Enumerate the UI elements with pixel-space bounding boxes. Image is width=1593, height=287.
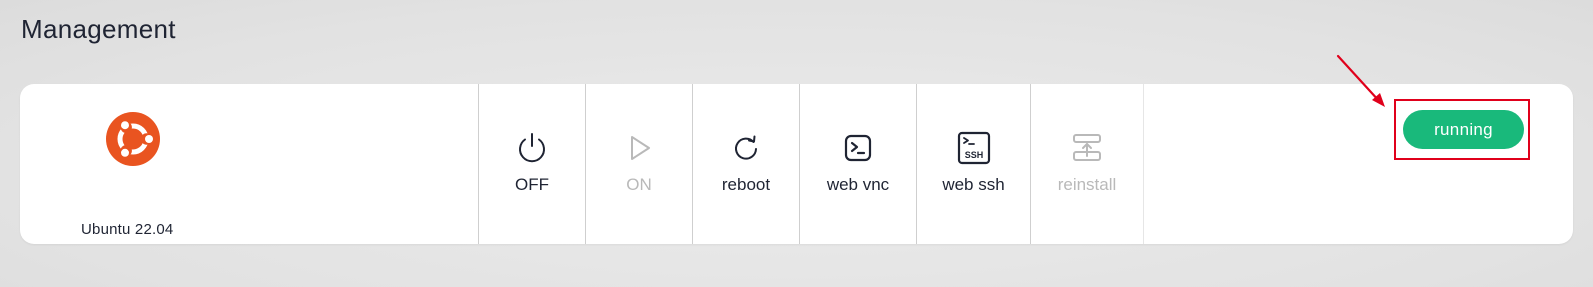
web-vnc-label: web vnc xyxy=(826,175,890,194)
terminal-icon xyxy=(840,130,876,166)
os-name: Ubuntu 22.04 xyxy=(81,221,174,238)
refresh-icon xyxy=(728,130,764,166)
web-ssh-button[interactable]: SSH web ssh xyxy=(916,84,1030,244)
page-title: Management xyxy=(21,14,176,44)
power-on-label: ON xyxy=(626,175,652,194)
upload-icon xyxy=(1069,130,1105,166)
os-info: Ubuntu 22.04 xyxy=(20,84,246,244)
power-icon xyxy=(514,130,550,166)
ubuntu-logo-icon xyxy=(106,112,160,166)
web-vnc-button[interactable]: web vnc xyxy=(799,84,916,244)
annotation-arrow xyxy=(1336,54,1385,107)
reinstall-label: reinstall xyxy=(1057,175,1117,194)
power-off-label: OFF xyxy=(515,175,549,194)
status-badge: running xyxy=(1403,110,1524,149)
ssh-icon: SSH xyxy=(956,130,992,166)
play-icon xyxy=(621,130,657,166)
web-ssh-label: web ssh xyxy=(942,175,1005,194)
power-off-button[interactable]: OFF xyxy=(478,84,585,244)
reboot-label: reboot xyxy=(721,175,771,194)
power-on-button[interactable]: ON xyxy=(585,84,692,244)
svg-text:SSH: SSH xyxy=(964,150,983,160)
reinstall-button[interactable]: reinstall xyxy=(1030,84,1144,244)
action-bar: OFF ON reboot web vnc SSH web ssh reinst… xyxy=(478,84,1144,244)
reboot-button[interactable]: reboot xyxy=(692,84,799,244)
